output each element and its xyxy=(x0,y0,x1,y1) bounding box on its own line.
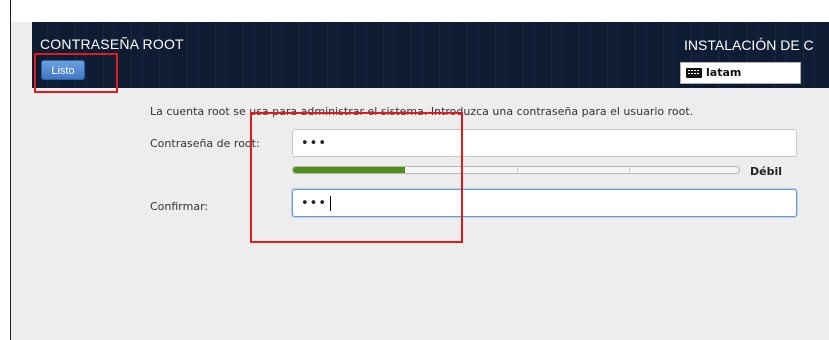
confirm-label: Confirmar: xyxy=(150,200,209,213)
password-dots: ••• xyxy=(301,136,328,151)
installer-title: INSTALACIÓN DE C xyxy=(684,37,814,53)
keyboard-layout-label: latam xyxy=(706,66,742,79)
top-frame xyxy=(10,0,829,22)
meter-tick xyxy=(517,167,518,173)
keyboard-icon xyxy=(686,68,702,78)
password-field[interactable]: ••• xyxy=(292,129,797,157)
keyboard-layout-indicator[interactable]: latam xyxy=(680,62,801,84)
frame-border xyxy=(10,0,11,340)
password-strength-meter xyxy=(292,166,740,174)
description-text: La cuenta root se usa para administrar e… xyxy=(150,105,694,118)
password-label: Contraseña de root: xyxy=(150,137,260,150)
confirm-password-field[interactable]: ••• xyxy=(292,189,797,217)
text-caret xyxy=(330,196,331,211)
confirm-dots: ••• xyxy=(301,196,328,211)
meter-tick xyxy=(629,167,630,173)
installer-window: CONTRASEÑA ROOT INSTALACIÓN DE C Listo l… xyxy=(10,0,829,340)
done-button[interactable]: Listo xyxy=(41,60,85,80)
header-bar: CONTRASEÑA ROOT INSTALACIÓN DE C Listo l… xyxy=(32,22,829,88)
strength-label: Débil xyxy=(750,165,783,178)
page-title: CONTRASEÑA ROOT xyxy=(40,36,184,52)
strength-fill xyxy=(293,167,405,173)
